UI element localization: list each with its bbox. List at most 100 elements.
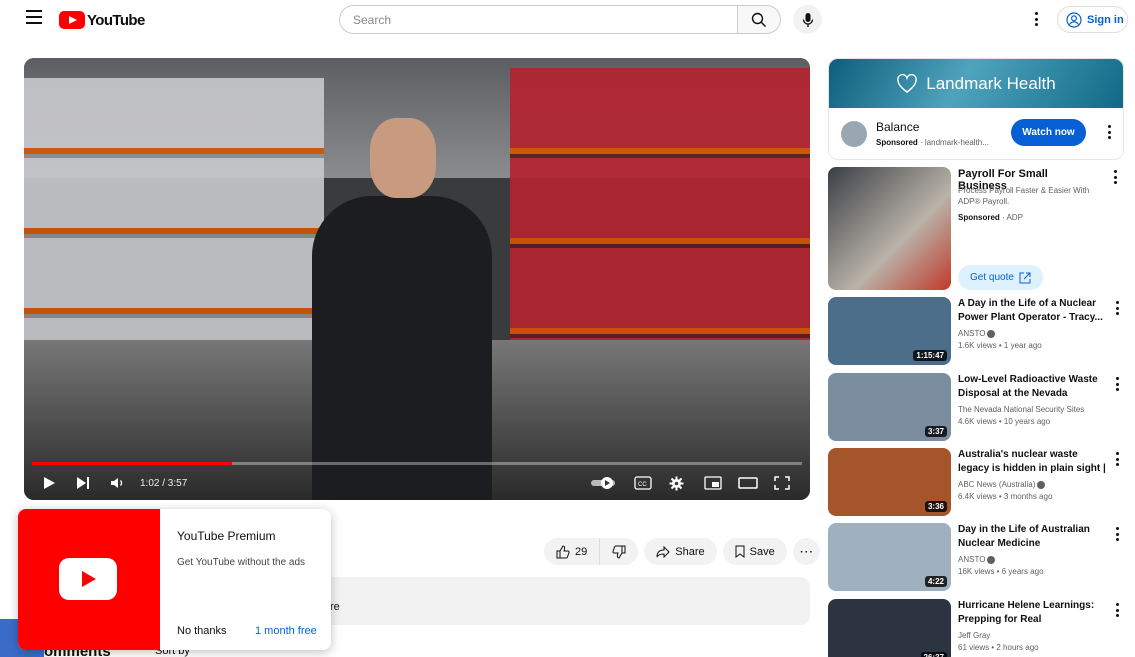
search-button[interactable] — [737, 5, 781, 34]
advertiser-name: · ADP — [999, 213, 1023, 222]
youtube-play-icon — [59, 558, 117, 600]
sponsored-meta: Sponsored · ADP — [958, 213, 1023, 222]
channel-name[interactable]: ANSTO — [958, 329, 996, 338]
sponsored-thumbnail[interactable] — [828, 167, 951, 290]
account-icon — [1066, 11, 1082, 28]
video-frame — [24, 58, 810, 500]
volume-icon[interactable] — [110, 476, 126, 490]
thumbs-down-icon — [612, 545, 626, 559]
recommendation-item[interactable]: 3:37 Low-Level Radioactive Waste Disposal… — [828, 373, 1128, 441]
search-icon — [751, 12, 766, 27]
more-horizontal-icon: ⋯ — [799, 543, 814, 559]
video-thumbnail[interactable]: 3:37 — [828, 373, 951, 441]
channel-name[interactable]: The Nevada National Security Sites — [958, 405, 1084, 414]
ad-info-row: Balance Sponsored · landmark-health... W… — [829, 108, 1123, 159]
free-trial-button[interactable]: 1 month free — [255, 625, 317, 637]
duration-badge: 1:15:47 — [913, 350, 947, 361]
video-title[interactable]: Hurricane Helene Learnings: Prepping for… — [958, 599, 1106, 626]
youtube-logo[interactable]: YouTube — [59, 11, 145, 29]
progress-fill — [32, 462, 233, 465]
like-dislike-group: 29 — [544, 538, 639, 565]
top-bar: YouTube Search Sign in — [0, 0, 1135, 40]
channel-name[interactable]: ANSTO — [958, 555, 996, 564]
video-options-icon[interactable] — [1112, 603, 1122, 617]
video-stats: 1.6K views • 1 year ago — [958, 341, 1042, 350]
video-thumbnail[interactable]: 26:37 — [828, 599, 951, 657]
recommendation-item[interactable]: 3:36 Australia's nuclear waste legacy is … — [828, 448, 1128, 516]
promo-title: YouTube Premium — [177, 529, 276, 543]
recommendation-item[interactable]: 1:15:47 A Day in the Life of a Nuclear Po… — [828, 297, 1128, 365]
sponsored-label: Sponsored — [958, 213, 1000, 222]
like-button[interactable]: 29 — [544, 538, 601, 565]
video-options-icon[interactable] — [1112, 527, 1122, 541]
ad-domain: · landmark-health... — [917, 138, 989, 147]
video-stats: 4.6K views • 10 years ago — [958, 417, 1051, 426]
next-icon[interactable] — [76, 476, 90, 490]
ad-banner: Landmark Health — [829, 59, 1123, 108]
video-title[interactable]: Australia's nuclear waste legacy is hidd… — [958, 448, 1106, 476]
menu-icon[interactable] — [26, 10, 42, 24]
video-title[interactable]: A Day in the Life of a Nuclear Power Pla… — [958, 297, 1106, 324]
verified-icon — [987, 329, 996, 338]
description-text-fragment: re — [330, 601, 340, 613]
svg-text:CC: CC — [638, 482, 647, 488]
bookmark-icon — [735, 545, 745, 558]
recommendation-item[interactable]: 26:37 Hurricane Helene Learnings: Preppin… — [828, 599, 1128, 657]
progress-bar[interactable] — [32, 462, 802, 465]
share-button[interactable]: Share — [644, 538, 717, 565]
get-quote-button[interactable]: Get quote — [958, 265, 1043, 290]
play-icon[interactable] — [42, 476, 56, 490]
channel-label: ANSTO — [958, 329, 986, 338]
ad-card[interactable]: Landmark Health Balance Sponsored · land… — [828, 58, 1124, 160]
video-stats: 61 views • 2 hours ago — [958, 643, 1039, 652]
miniplayer-icon[interactable] — [704, 476, 722, 490]
sign-in-label: Sign in — [1087, 13, 1124, 26]
promo-banner — [18, 509, 160, 650]
channel-label: ABC News (Australia) — [958, 480, 1036, 489]
channel-label: ANSTO — [958, 555, 986, 564]
sponsored-options-icon[interactable] — [1110, 170, 1120, 184]
ad-options-icon[interactable] — [1104, 125, 1114, 139]
video-thumbnail[interactable]: 3:36 — [828, 448, 951, 516]
dislike-button[interactable] — [600, 538, 639, 565]
channel-name[interactable]: Jeff Gray — [958, 631, 990, 640]
video-options-icon[interactable] — [1112, 301, 1122, 315]
sponsored-label: Sponsored — [876, 138, 918, 147]
fullscreen-icon[interactable] — [774, 476, 790, 490]
save-label: Save — [749, 545, 775, 558]
recommendation-item[interactable]: 4:22 Day in the Life of Australian Nuclea… — [828, 523, 1128, 591]
channel-label: The Nevada National Security Sites — [958, 405, 1085, 414]
verified-icon — [987, 555, 996, 564]
logo-text: YouTube — [87, 11, 145, 29]
search-input[interactable]: Search — [339, 5, 737, 34]
duration-badge: 26:37 — [920, 652, 947, 657]
video-options-icon[interactable] — [1112, 452, 1122, 466]
more-actions-button[interactable]: ⋯ — [792, 538, 820, 565]
sponsored-description: Process Payroll Faster & Easier With ADP… — [958, 186, 1090, 206]
watch-now-button[interactable]: Watch now — [1011, 119, 1086, 146]
video-thumbnail[interactable]: 1:15:47 — [828, 297, 951, 365]
video-stats: 6.4K views • 3 months ago — [958, 492, 1053, 501]
video-title[interactable]: Low-Level Radioactive Waste Disposal at … — [958, 373, 1106, 401]
settings-menu-icon[interactable] — [1030, 10, 1042, 28]
video-stats: 16K views • 6 years ago — [958, 567, 1044, 576]
settings-gear-icon[interactable] — [669, 476, 684, 491]
video-player[interactable]: 1:02 / 3:57 CC — [24, 58, 810, 500]
channel-name[interactable]: ABC News (Australia) — [958, 480, 1046, 489]
theater-mode-icon[interactable] — [738, 476, 758, 490]
time-display: 1:02 / 3:57 — [140, 478, 188, 489]
search-bar: Search — [339, 5, 781, 34]
verified-icon — [1037, 480, 1046, 489]
autoplay-toggle-icon[interactable] — [590, 476, 618, 490]
ad-brand-text: Landmark Health — [926, 73, 1056, 93]
video-options-icon[interactable] — [1112, 377, 1122, 391]
no-thanks-button[interactable]: No thanks — [177, 625, 227, 637]
video-title[interactable]: Day in the Life of Australian Nuclear Me… — [958, 523, 1106, 550]
ad-meta: Sponsored · landmark-health... — [876, 138, 989, 147]
video-thumbnail[interactable]: 4:22 — [828, 523, 951, 591]
save-button[interactable]: Save — [722, 538, 787, 565]
captions-icon[interactable]: CC — [634, 476, 652, 490]
voice-search-button[interactable] — [793, 5, 822, 34]
thumbs-up-icon — [556, 544, 570, 558]
sign-in-button[interactable]: Sign in — [1057, 6, 1128, 33]
